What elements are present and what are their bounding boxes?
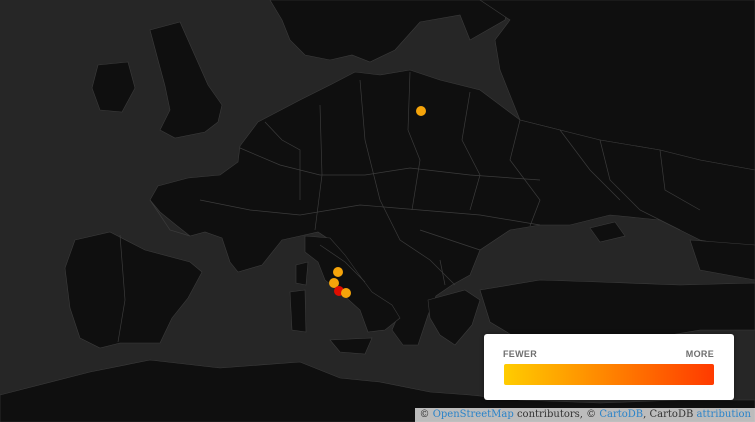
- openstreetmap-link[interactable]: OpenStreetMap: [433, 409, 514, 420]
- map-attribution: © OpenStreetMap contributors, © CartoDB,…: [414, 408, 755, 422]
- circle-marker-icon[interactable]: [333, 267, 343, 277]
- legend: FEWER MORE: [484, 334, 734, 400]
- attribution-prefix: ©: [419, 409, 433, 420]
- attribution-contributors: contributors, ©: [513, 409, 600, 420]
- cartodb-link[interactable]: CartoDB: [599, 409, 643, 420]
- attribution-link[interactable]: attribution: [697, 409, 752, 420]
- legend-gradient-bar: [504, 364, 714, 385]
- legend-max-label: MORE: [685, 349, 714, 359]
- land-sardinia: [289, 289, 307, 333]
- land-corsica: [295, 261, 309, 286]
- attribution-cartodb-text: , CartoDB: [643, 409, 697, 420]
- circle-marker-icon[interactable]: [416, 106, 426, 116]
- circle-marker-icon[interactable]: [341, 288, 351, 298]
- legend-min-label: FEWER: [503, 349, 537, 359]
